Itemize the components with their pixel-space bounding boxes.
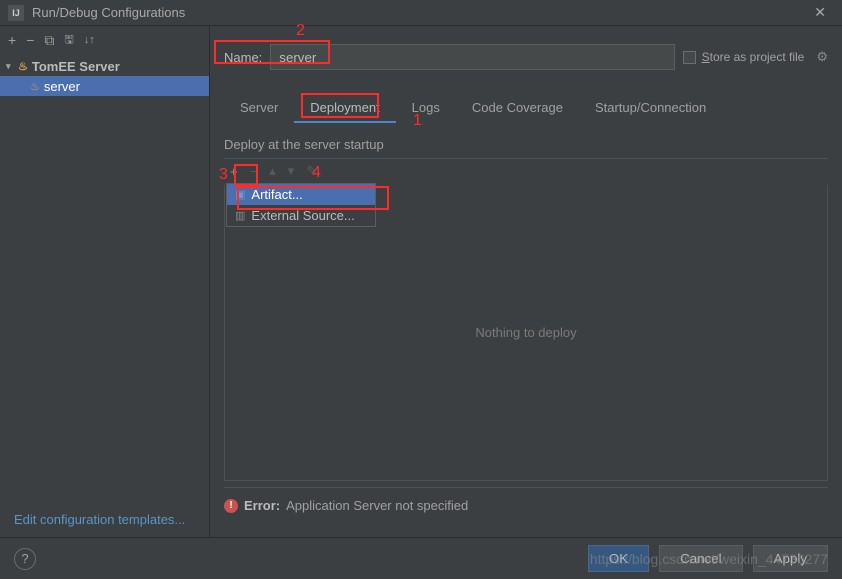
app-icon: IJ xyxy=(8,5,24,21)
deploy-toolbar: + − ▴ ▾ ✎ xyxy=(224,158,828,185)
chevron-down-icon: ▾ xyxy=(6,61,16,72)
tab-content: Deploy at the server startup + − ▴ ▾ ✎ ▣… xyxy=(210,123,842,537)
config-tree: ▾ ♨ TomEE Server ♨ server xyxy=(0,54,209,502)
error-message: Application Server not specified xyxy=(286,498,468,513)
add-config-button[interactable]: + xyxy=(8,32,16,48)
edit-templates-link[interactable]: Edit configuration templates... xyxy=(14,512,185,527)
sidebar: + − ⧉ 🖫 ↓↑ ▾ ♨ TomEE Server ♨ server Edi… xyxy=(0,26,210,537)
dropdown-item-label: Artifact... xyxy=(251,187,302,202)
external-icon: ▥ xyxy=(235,209,245,222)
dropdown-artifact[interactable]: ▣ Artifact... xyxy=(227,184,375,205)
tab-code-coverage[interactable]: Code Coverage xyxy=(456,94,579,123)
remove-config-button[interactable]: − xyxy=(26,32,34,48)
window-title: Run/Debug Configurations xyxy=(32,5,806,20)
deploy-up-button[interactable]: ▴ xyxy=(269,163,276,179)
main-area: + − ⧉ 🖫 ↓↑ ▾ ♨ TomEE Server ♨ server Edi… xyxy=(0,26,842,537)
deploy-edit-button[interactable]: ✎ xyxy=(306,163,317,179)
error-icon: ! xyxy=(224,499,238,513)
tabs: Server Deployment Logs Code Coverage Sta… xyxy=(210,78,842,123)
server-icon: ♨ xyxy=(30,80,40,93)
help-button[interactable]: ? xyxy=(14,548,36,570)
tree-node-tomee[interactable]: ▾ ♨ TomEE Server xyxy=(0,56,209,76)
artifact-icon: ▣ xyxy=(235,188,245,201)
tomee-icon: ♨ xyxy=(18,60,28,73)
save-config-button[interactable]: 🖫 xyxy=(64,31,73,50)
name-label: Name: xyxy=(224,50,262,65)
name-row: Name: Store as project file ⚙ xyxy=(210,26,842,78)
add-dropdown: ▣ Artifact... ▥ External Source... xyxy=(226,183,376,227)
sidebar-toolbar: + − ⧉ 🖫 ↓↑ xyxy=(0,26,209,54)
sort-config-button[interactable]: ↓↑ xyxy=(84,34,95,46)
tree-node-label: TomEE Server xyxy=(32,59,120,74)
checkbox-box xyxy=(683,51,696,64)
store-label: Store as project file xyxy=(702,50,805,64)
watermark: https://blog.csdn.net/weixin_44736277 xyxy=(590,551,828,567)
deploy-list: Nothing to deploy xyxy=(224,185,828,481)
dropdown-item-label: External Source... xyxy=(251,208,354,223)
gear-icon[interactable]: ⚙ xyxy=(816,49,828,65)
error-row: ! Error: Application Server not specifie… xyxy=(224,487,828,523)
tab-logs[interactable]: Logs xyxy=(396,94,456,123)
close-button[interactable]: ✕ xyxy=(806,4,834,21)
tab-startup-connection[interactable]: Startup/Connection xyxy=(579,94,722,123)
copy-config-button[interactable]: ⧉ xyxy=(44,32,54,49)
store-as-project-checkbox[interactable]: Store as project file xyxy=(683,50,805,64)
name-input[interactable] xyxy=(270,44,674,70)
tree-node-server[interactable]: ♨ server xyxy=(0,76,209,96)
error-label: Error: xyxy=(244,498,280,513)
titlebar: IJ Run/Debug Configurations ✕ xyxy=(0,0,842,26)
tree-node-label: server xyxy=(44,79,80,94)
dropdown-external-source[interactable]: ▥ External Source... xyxy=(227,205,375,226)
tab-server[interactable]: Server xyxy=(224,94,294,123)
deploy-down-button[interactable]: ▾ xyxy=(288,163,295,179)
empty-state-text: Nothing to deploy xyxy=(475,325,576,340)
deploy-section-label: Deploy at the server startup xyxy=(224,137,828,152)
deploy-remove-button[interactable]: − xyxy=(250,164,258,179)
content: Name: Store as project file ⚙ Server Dep… xyxy=(210,26,842,537)
deploy-add-button[interactable]: + xyxy=(230,164,238,179)
tab-deployment[interactable]: Deployment xyxy=(294,94,395,123)
sidebar-footer: Edit configuration templates... xyxy=(0,502,209,537)
